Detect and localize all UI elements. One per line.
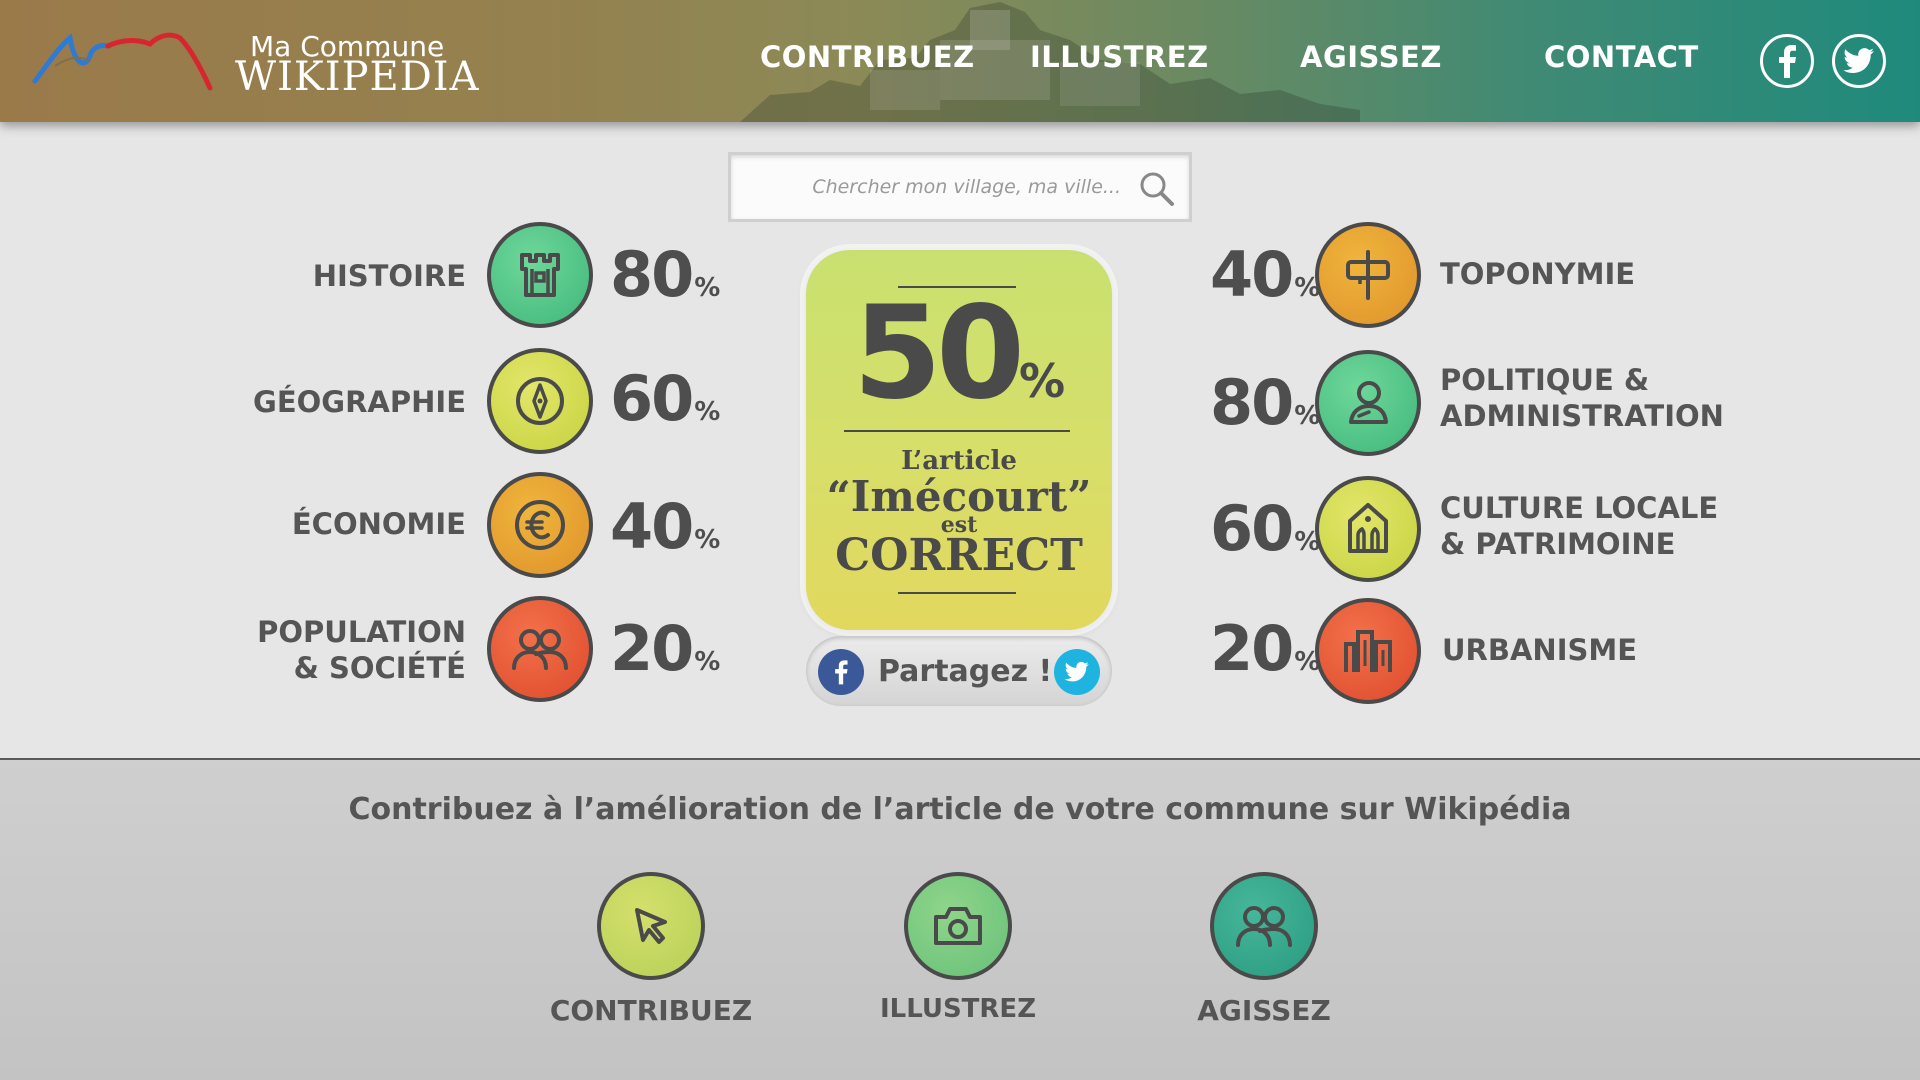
score-text-verdict: CORRECT xyxy=(835,530,1083,581)
category-label-economie: ÉCONOMIE xyxy=(291,507,466,541)
camera-icon xyxy=(934,907,982,945)
category-label-population-line2: & SOCIÉTÉ xyxy=(293,651,466,685)
castle-icon xyxy=(520,253,560,297)
share-facebook-button[interactable] xyxy=(818,649,864,695)
people-icon xyxy=(512,629,568,670)
action-illustrez-button[interactable] xyxy=(904,872,1012,980)
top-bar: Ma Commune WIKIPÉDIA CONTRIBUEZ ILLUSTRE… xyxy=(0,0,1920,122)
category-toponymie-button[interactable] xyxy=(1315,222,1421,328)
category-label-culture-line2: & PATRIMOINE xyxy=(1440,527,1676,561)
search-input[interactable] xyxy=(751,165,1131,209)
score-rule-bottom xyxy=(898,592,1016,594)
people-icon xyxy=(1236,906,1292,947)
footer: Contribuez à l’amélioration de l’article… xyxy=(0,758,1920,1080)
share-bar: Partagez ! xyxy=(806,636,1112,706)
compass-icon xyxy=(516,377,564,425)
nav-contribuez[interactable]: CONTRIBUEZ xyxy=(760,40,975,74)
category-label-politique: POLITIQUE & ADMINISTRATION xyxy=(1440,362,1770,434)
signpost-icon xyxy=(1346,250,1390,300)
euro-icon xyxy=(515,500,565,550)
category-toponymie-percent: 40% xyxy=(1210,238,1321,311)
facebook-icon xyxy=(835,660,848,685)
score-rule-middle xyxy=(844,430,1070,432)
cursor-icon xyxy=(635,908,667,944)
action-illustrez-label[interactable]: ILLUSTREZ xyxy=(838,994,1078,1024)
action-contribuez-button[interactable] xyxy=(597,872,705,980)
search-icon[interactable] xyxy=(1139,171,1175,207)
category-label-politique-line2: ADMINISTRATION xyxy=(1440,399,1724,433)
facebook-button[interactable] xyxy=(1760,34,1814,88)
action-agissez-label[interactable]: AGISSEZ xyxy=(1144,994,1384,1027)
logo-text-bottom: WIKIPÉDIA xyxy=(235,54,480,100)
category-label-population-line1: POPULATION xyxy=(257,615,466,649)
category-urbanisme-percent: 20% xyxy=(1210,612,1321,685)
share-label: Partagez ! xyxy=(878,654,1053,689)
category-culture-button[interactable] xyxy=(1315,476,1421,582)
category-histoire-percent: 80% xyxy=(610,238,721,311)
action-agissez-button[interactable] xyxy=(1210,872,1318,980)
category-label-histoire: HISTOIRE xyxy=(312,259,466,293)
action-contribuez-label[interactable]: CONTRIBUEZ xyxy=(531,994,771,1027)
share-twitter-button[interactable] xyxy=(1054,649,1100,695)
category-label-urbanisme: URBANISME xyxy=(1442,633,1638,667)
category-politique-percent: 80% xyxy=(1210,366,1321,439)
category-culture-percent: 60% xyxy=(1210,492,1321,565)
category-label-culture: CULTURE LOCALE & PATRIMOINE xyxy=(1440,490,1770,562)
score-percent: 50% xyxy=(852,279,1066,428)
search-box xyxy=(728,152,1192,222)
footer-title: Contribuez à l’amélioration de l’article… xyxy=(348,792,1572,827)
twitter-icon xyxy=(1064,661,1089,682)
nav-agissez[interactable]: AGISSEZ xyxy=(1300,40,1442,74)
category-population-percent: 20% xyxy=(610,612,721,685)
category-label-population: POPULATION & SOCIÉTÉ xyxy=(200,614,466,686)
monument-icon xyxy=(1348,503,1388,553)
category-label-politique-line1: POLITIQUE & xyxy=(1440,363,1650,397)
category-politique-button[interactable] xyxy=(1315,350,1421,456)
category-geographie-percent: 60% xyxy=(610,362,721,435)
score-card: 50% L’article “Imécourt” est CORRECT xyxy=(806,250,1112,630)
category-histoire-button[interactable] xyxy=(487,222,593,328)
facebook-icon xyxy=(1779,45,1796,78)
nav-contact[interactable]: CONTACT xyxy=(1544,40,1699,74)
category-population-button[interactable] xyxy=(487,596,593,702)
category-urbanisme-button[interactable] xyxy=(1315,598,1421,704)
twitter-button[interactable] xyxy=(1832,34,1886,88)
person-icon xyxy=(1349,381,1388,424)
buildings-icon xyxy=(1344,630,1392,672)
twitter-icon xyxy=(1843,48,1874,73)
category-label-geographie: GÉOGRAPHIE xyxy=(253,385,466,419)
category-label-culture-line1: CULTURE LOCALE xyxy=(1440,491,1719,525)
category-label-toponymie: TOPONYMIE xyxy=(1440,257,1636,291)
category-economie-percent: 40% xyxy=(610,490,721,563)
logo[interactable]: Ma Commune WIKIPÉDIA xyxy=(30,26,478,100)
nav-illustrez[interactable]: ILLUSTREZ xyxy=(1030,40,1209,74)
category-economie-button[interactable] xyxy=(487,472,593,578)
logo-swoosh-icon xyxy=(32,32,213,91)
category-geographie-button[interactable] xyxy=(487,348,593,454)
